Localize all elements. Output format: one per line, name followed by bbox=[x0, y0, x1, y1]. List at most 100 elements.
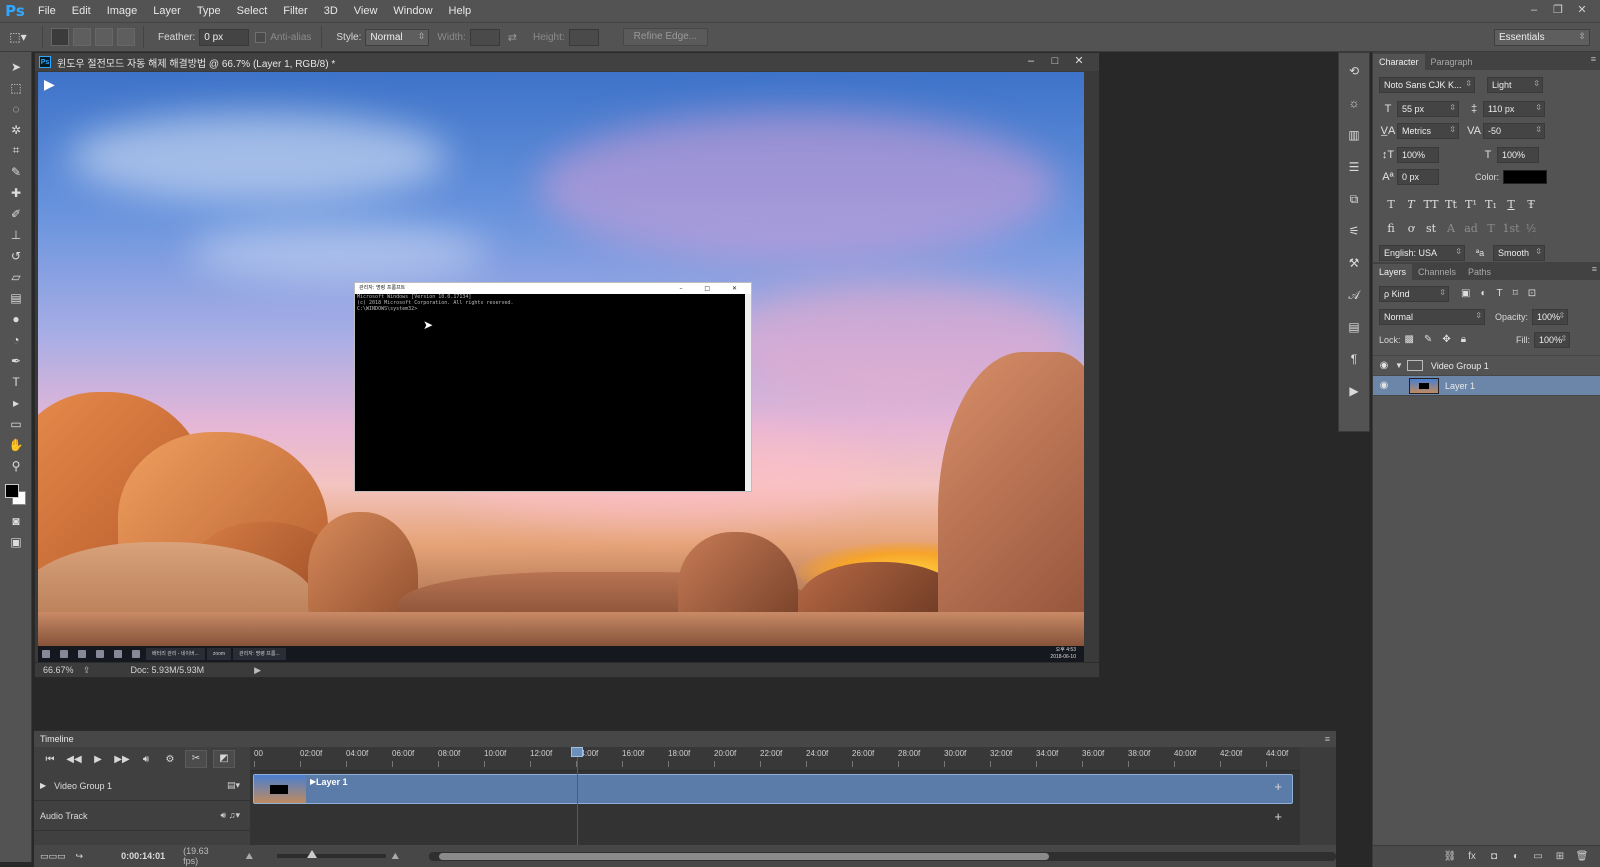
go-to-first-frame-icon[interactable]: ⏮ bbox=[38, 754, 62, 765]
audio-track-icons[interactable]: 🔊︎ ♫▾ bbox=[221, 810, 240, 821]
dodge-tool-icon[interactable]: ◔ bbox=[0, 329, 32, 350]
subtract-selection-button[interactable] bbox=[95, 28, 113, 46]
history-brush-tool-icon[interactable]: ↺ bbox=[0, 245, 32, 266]
swash-button[interactable]: A bbox=[1441, 222, 1461, 235]
brush-presets-panel-icon[interactable]: ⚟ bbox=[1339, 219, 1369, 243]
foreground-color-swatch[interactable] bbox=[5, 484, 19, 498]
subscript-button[interactable]: T₁ bbox=[1481, 198, 1501, 211]
audio-mute-icon[interactable]: 🔊︎ bbox=[134, 754, 158, 765]
antialias-select[interactable]: Smooth bbox=[1493, 245, 1545, 261]
adjustments-panel-icon[interactable]: ☼ bbox=[1339, 91, 1369, 115]
width-input[interactable] bbox=[469, 28, 500, 46]
color-swatches[interactable] bbox=[0, 476, 32, 510]
paragraph-styles-panel-icon[interactable]: ¶ bbox=[1339, 347, 1369, 371]
clone-stamp-tool-icon[interactable]: ⊥ bbox=[0, 224, 32, 245]
layer-kind-filter[interactable]: ρ Kind bbox=[1379, 285, 1449, 302]
document-maximize-button[interactable]: □ bbox=[1043, 53, 1067, 71]
document-close-button[interactable]: ✕ bbox=[1067, 53, 1091, 71]
visibility-eye-icon[interactable]: ◉ bbox=[1373, 360, 1395, 371]
panel-menu-icon[interactable]: ≡ bbox=[1592, 264, 1597, 274]
fractions-button[interactable]: ½ bbox=[1521, 222, 1541, 235]
menu-file[interactable]: File bbox=[30, 0, 64, 22]
font-size-input[interactable]: 55 px bbox=[1397, 101, 1459, 117]
timeline-scrollbar[interactable] bbox=[429, 851, 1336, 861]
minimize-button[interactable]: – bbox=[1522, 0, 1546, 22]
add-selection-button[interactable] bbox=[73, 28, 91, 46]
previous-frame-icon[interactable]: ◀◀ bbox=[62, 754, 86, 765]
swap-dimensions-icon[interactable]: ⇄ bbox=[508, 31, 517, 44]
crop-tool-icon[interactable]: ⌗ bbox=[0, 140, 32, 161]
superscript-button[interactable]: T¹ bbox=[1461, 198, 1481, 211]
next-frame-icon[interactable]: ▶▶ bbox=[110, 754, 134, 765]
faux-bold-button[interactable]: T bbox=[1381, 198, 1401, 211]
menu-edit[interactable]: Edit bbox=[64, 0, 99, 22]
tracking-input[interactable]: -50 bbox=[1483, 123, 1545, 139]
menu-3d[interactable]: 3D bbox=[316, 0, 346, 22]
layer-row-layer-1[interactable]: ◉ Layer 1 bbox=[1373, 376, 1600, 396]
document-minimize-button[interactable]: – bbox=[1019, 53, 1043, 71]
tab-channels[interactable]: Channels bbox=[1412, 264, 1462, 280]
audio-track-label[interactable]: Audio Track 🔊︎ ♫▾ bbox=[34, 801, 250, 831]
font-style-select[interactable]: Light bbox=[1487, 77, 1543, 93]
opacity-input[interactable]: 100% bbox=[1532, 308, 1569, 325]
timeline-zoom-slider[interactable] bbox=[277, 850, 386, 858]
move-tool-icon[interactable]: ➤ bbox=[0, 56, 32, 77]
convert-frame-animation-icon[interactable]: ▭▭▭ bbox=[40, 851, 66, 862]
tab-paths[interactable]: Paths bbox=[1462, 264, 1497, 280]
marquee-tool-icon[interactable]: ⬚ bbox=[0, 77, 32, 98]
style-select[interactable]: Normal bbox=[365, 28, 430, 46]
play-icon[interactable]: ▶ bbox=[86, 754, 110, 765]
layer-style-icon[interactable]: fx bbox=[1461, 851, 1483, 862]
menu-image[interactable]: Image bbox=[99, 0, 146, 22]
adjustment-layer-icon[interactable]: ◐ bbox=[1505, 851, 1527, 862]
add-audio-icon[interactable]: + bbox=[1274, 809, 1282, 824]
gradient-tool-icon[interactable]: ▤ bbox=[0, 287, 32, 308]
timeline-scrollbar-thumb[interactable] bbox=[439, 852, 1050, 860]
notes-panel-icon[interactable]: ▤ bbox=[1339, 315, 1369, 339]
new-layer-icon[interactable]: ⊞ bbox=[1549, 851, 1571, 862]
text-color-swatch[interactable] bbox=[1503, 170, 1548, 184]
baseline-shift-input[interactable]: 0 px bbox=[1397, 169, 1439, 185]
menu-window[interactable]: Window bbox=[385, 0, 440, 22]
intersect-selection-button[interactable] bbox=[117, 28, 135, 46]
eyedropper-tool-icon[interactable]: ✎ bbox=[0, 161, 32, 182]
feather-input[interactable]: 0 px bbox=[199, 28, 250, 46]
canvas[interactable]: ▶ 관리자: 명령 프롬프트 – □ ✕ Microsoft Windows [… bbox=[38, 72, 1084, 662]
font-family-select[interactable]: Noto Sans CJK K... bbox=[1379, 77, 1475, 93]
panel-menu-icon[interactable]: ≡ bbox=[1591, 54, 1596, 64]
path-selection-tool-icon[interactable]: ▸ bbox=[0, 392, 32, 413]
actions-play-icon[interactable]: ▶ bbox=[1339, 379, 1369, 403]
document-title-bar[interactable]: Ps 윈도우 절전모드 자동 해제 해결방법 @ 66.7% (Layer 1,… bbox=[35, 53, 1099, 71]
status-menu-arrow-icon[interactable]: ▶ bbox=[254, 665, 261, 676]
layer-filter-icons[interactable]: ▣◐T⌑⊡ bbox=[1461, 288, 1546, 299]
contextual-alternates-button[interactable]: st bbox=[1421, 222, 1441, 235]
workspace-select[interactable]: Essentials bbox=[1494, 29, 1590, 46]
zoom-tool-icon[interactable]: ⚲ bbox=[0, 455, 32, 476]
antialias-checkbox[interactable] bbox=[255, 31, 267, 43]
tool-presets-panel-icon[interactable]: ⚒ bbox=[1339, 251, 1369, 275]
timeline-title[interactable]: Timeline bbox=[40, 734, 74, 744]
render-video-icon[interactable]: ↪ bbox=[76, 851, 84, 862]
timeline-ruler[interactable]: 00 02:00f 04:00f 06:00f 08:00f 10:00f 12:00f 14… bbox=[250, 747, 1300, 771]
magic-wand-tool-icon[interactable]: ✲ bbox=[0, 119, 32, 140]
restore-button[interactable]: ❐ bbox=[1546, 0, 1570, 22]
video-clip[interactable]: ▶ Layer 1 bbox=[253, 774, 1293, 804]
clone-source-panel-icon[interactable]: ⧉ bbox=[1339, 187, 1369, 211]
visibility-eye-icon[interactable]: ◉ bbox=[1373, 380, 1395, 391]
menu-type[interactable]: Type bbox=[189, 0, 229, 22]
healing-brush-tool-icon[interactable]: ✚ bbox=[0, 182, 32, 203]
height-input[interactable] bbox=[568, 28, 599, 46]
add-mask-icon[interactable]: ◘ bbox=[1483, 851, 1505, 862]
zoom-readout[interactable]: 66.67% bbox=[43, 665, 77, 675]
lock-icons[interactable]: ▩✎✥🔒︎ bbox=[1405, 334, 1477, 345]
fill-input[interactable]: 100% bbox=[1534, 331, 1571, 348]
kerning-select[interactable]: Metrics bbox=[1397, 123, 1459, 139]
settings-gear-icon[interactable]: ⚙ bbox=[158, 754, 182, 765]
leading-input[interactable]: 110 px bbox=[1483, 101, 1545, 117]
new-group-icon[interactable]: ▭ bbox=[1527, 851, 1549, 862]
underline-button[interactable]: T bbox=[1501, 198, 1521, 211]
tab-paragraph[interactable]: Paragraph bbox=[1425, 54, 1479, 70]
zoom-slider-knob[interactable] bbox=[307, 850, 318, 858]
type-tool-icon[interactable]: T bbox=[0, 371, 32, 392]
menu-view[interactable]: View bbox=[346, 0, 386, 22]
